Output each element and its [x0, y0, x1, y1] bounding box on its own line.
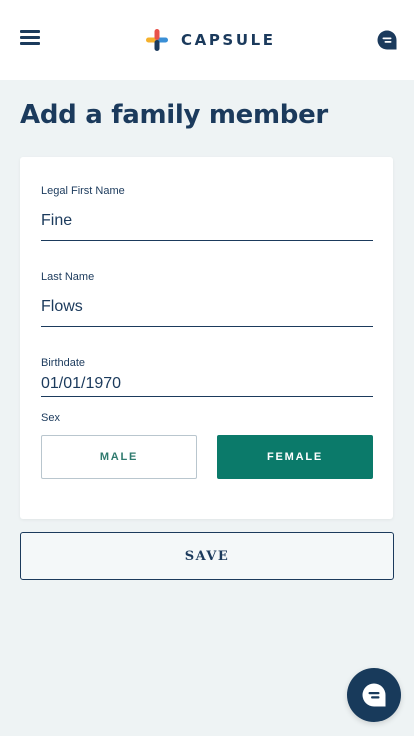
sex-female-button[interactable]: FEMALE [217, 435, 373, 479]
chat-bubble-icon [362, 683, 386, 707]
chat-bubble-icon[interactable] [376, 29, 398, 51]
sex-male-button[interactable]: MALE [41, 435, 197, 479]
birthdate-underline [41, 396, 373, 397]
birthdate-field[interactable]: 01/01/1970 [41, 375, 121, 393]
brand-name: CAPSULE [181, 31, 276, 49]
save-button[interactable]: SAVE [20, 532, 394, 580]
page-title: Add a family member [20, 100, 328, 130]
last-name-label: Last Name [41, 271, 95, 283]
capsule-logo[interactable]: CAPSULE [145, 27, 276, 53]
first-name-label: Legal First Name [41, 185, 125, 197]
chat-fab-button[interactable] [347, 668, 401, 722]
sex-label: Sex [41, 412, 60, 424]
hamburger-menu-icon[interactable] [20, 30, 40, 46]
family-member-form: Legal First Name Fine Last Name Flows Bi… [20, 157, 393, 519]
last-name-underline [41, 326, 373, 327]
first-name-field[interactable]: Fine [41, 212, 72, 230]
birthdate-label: Birthdate [41, 357, 86, 369]
capsule-plus-logo-icon [146, 29, 168, 51]
first-name-underline [41, 240, 373, 241]
last-name-field[interactable]: Flows [41, 298, 83, 316]
app-header: CAPSULE [0, 0, 414, 80]
